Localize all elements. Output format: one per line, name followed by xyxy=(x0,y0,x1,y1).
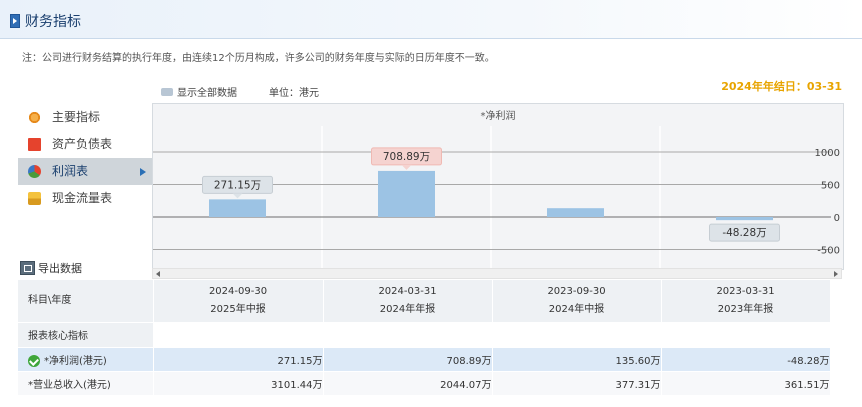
column-date: 2024-09-30 xyxy=(208,285,268,297)
column-date: 2024-03-31 xyxy=(378,285,437,297)
column-header: 2024-09-30 2025年中报 xyxy=(153,280,324,323)
red-doc-icon xyxy=(28,138,41,151)
column-period: 2023年年报 xyxy=(717,303,774,315)
sidebar-item-income-statement[interactable]: 利润表 xyxy=(18,158,152,185)
table-cell: 271.15万 xyxy=(153,347,324,372)
bar xyxy=(378,170,435,217)
table-cell: 3101.44万 xyxy=(153,371,324,396)
gear-coin-icon xyxy=(28,111,41,124)
section-label: 报表核心指标 xyxy=(18,322,154,348)
sidebar-item-label: 资产负债表 xyxy=(52,137,113,151)
table-row-net-profit[interactable]: *净利润(港元) 271.15万 708.89万 135.60万 -48.28万 xyxy=(18,347,831,372)
section-arrow-icon xyxy=(10,14,20,28)
column-period: 2024年年报 xyxy=(379,303,436,315)
y-tick-label: 0 xyxy=(834,213,840,224)
checkmark-icon xyxy=(28,354,40,367)
row-label-text: *净利润(港元) xyxy=(44,355,107,367)
chart-scrollbar[interactable] xyxy=(152,268,842,279)
unit-label: 单位：港元 xyxy=(269,88,319,99)
show-all-label: 显示全部数据 xyxy=(177,88,237,99)
data-label: 271.15万 xyxy=(214,179,261,191)
bar xyxy=(716,217,773,221)
bar xyxy=(209,199,266,217)
column-header: 2023-03-31 2023年年报 xyxy=(661,280,831,323)
column-header: 2023-09-30 2024年中报 xyxy=(492,280,662,323)
sidebar-item-main-indicators[interactable]: 主要指标 xyxy=(18,104,152,131)
y-tick-label: 500 xyxy=(821,181,840,192)
pie-icon xyxy=(28,165,41,178)
export-label: 导出数据 xyxy=(38,262,82,275)
fiscal-year-note: 注：公司进行财务结算的执行年度，由连续12个历月构成，许多公司的财务年度与实际的… xyxy=(22,53,495,64)
data-label: 708.89万 xyxy=(383,151,430,163)
y-tick-label: -500 xyxy=(817,246,840,257)
row-label: *营业总收入(港元) xyxy=(18,371,154,396)
section-row: 报表核心指标 xyxy=(18,322,831,348)
table-cell: 2044.07万 xyxy=(323,371,493,396)
column-date: 2023-03-31 xyxy=(716,285,775,297)
sidebar-item-cash-flow[interactable]: 现金流量表 xyxy=(18,185,152,212)
checkbox-icon xyxy=(161,87,173,96)
cash-icon xyxy=(28,192,41,205)
column-header: 2024-03-31 2024年年报 xyxy=(323,280,493,323)
sidebar-item-label: 主要指标 xyxy=(52,110,101,124)
sidebar-item-label: 利润表 xyxy=(52,164,89,178)
scroll-left-icon[interactable] xyxy=(156,271,160,277)
show-all-data-toggle[interactable]: 显示全部数据 xyxy=(161,84,237,99)
column-date: 2023-09-30 xyxy=(547,285,606,297)
page-header: 财务指标 xyxy=(0,0,862,39)
corner-label: 科目\年度 xyxy=(18,280,154,323)
table-cell: 708.89万 xyxy=(323,347,493,372)
table-cell: 135.60万 xyxy=(492,347,662,372)
sidebar-item-label: 现金流量表 xyxy=(52,191,113,205)
y-tick-label: 1000 xyxy=(815,148,840,159)
data-label-pointer xyxy=(232,193,243,199)
export-icon xyxy=(20,261,35,275)
column-period: 2024年中报 xyxy=(548,303,605,315)
data-label-pointer xyxy=(401,164,412,170)
export-data-button[interactable]: 导出数据 xyxy=(20,260,82,276)
column-period: 2025年中报 xyxy=(210,303,266,315)
financial-table: 科目\年度 2024-09-30 2025年中报 2024-03-31 2024年年… xyxy=(18,280,831,396)
table-row-total-revenue[interactable]: *营业总收入(港元) 3101.44万 2044.07万 377.31万 361… xyxy=(18,371,831,396)
page-title: 财务指标 xyxy=(25,14,81,30)
chevron-right-icon xyxy=(140,168,146,176)
net-profit-chart: *净利润 1000 500 0 -500 271.15万 708.89万 -48.28万 xyxy=(152,103,844,270)
year-end-date: 2024年年结日：03-31 xyxy=(721,80,842,93)
data-label: -48.28万 xyxy=(722,227,766,239)
chart-canvas: 1000 500 0 -500 271.15万 708.89万 -48.28万 xyxy=(153,126,840,269)
sidebar-item-balance-sheet[interactable]: 资产负债表 xyxy=(18,131,152,158)
row-label: *净利润(港元) xyxy=(18,347,154,372)
scroll-right-icon[interactable] xyxy=(834,271,838,277)
table-cell: 377.31万 xyxy=(492,371,662,396)
table-cell: -48.28万 xyxy=(661,347,831,372)
report-sidebar: 主要指标 资产负债表 利润表 现金流量表 xyxy=(18,104,152,212)
bar xyxy=(547,208,604,217)
table-header-row: 科目\年度 2024-09-30 2025年中报 2024-03-31 2024年年… xyxy=(18,280,831,323)
table-cell: 361.51万 xyxy=(661,371,831,396)
